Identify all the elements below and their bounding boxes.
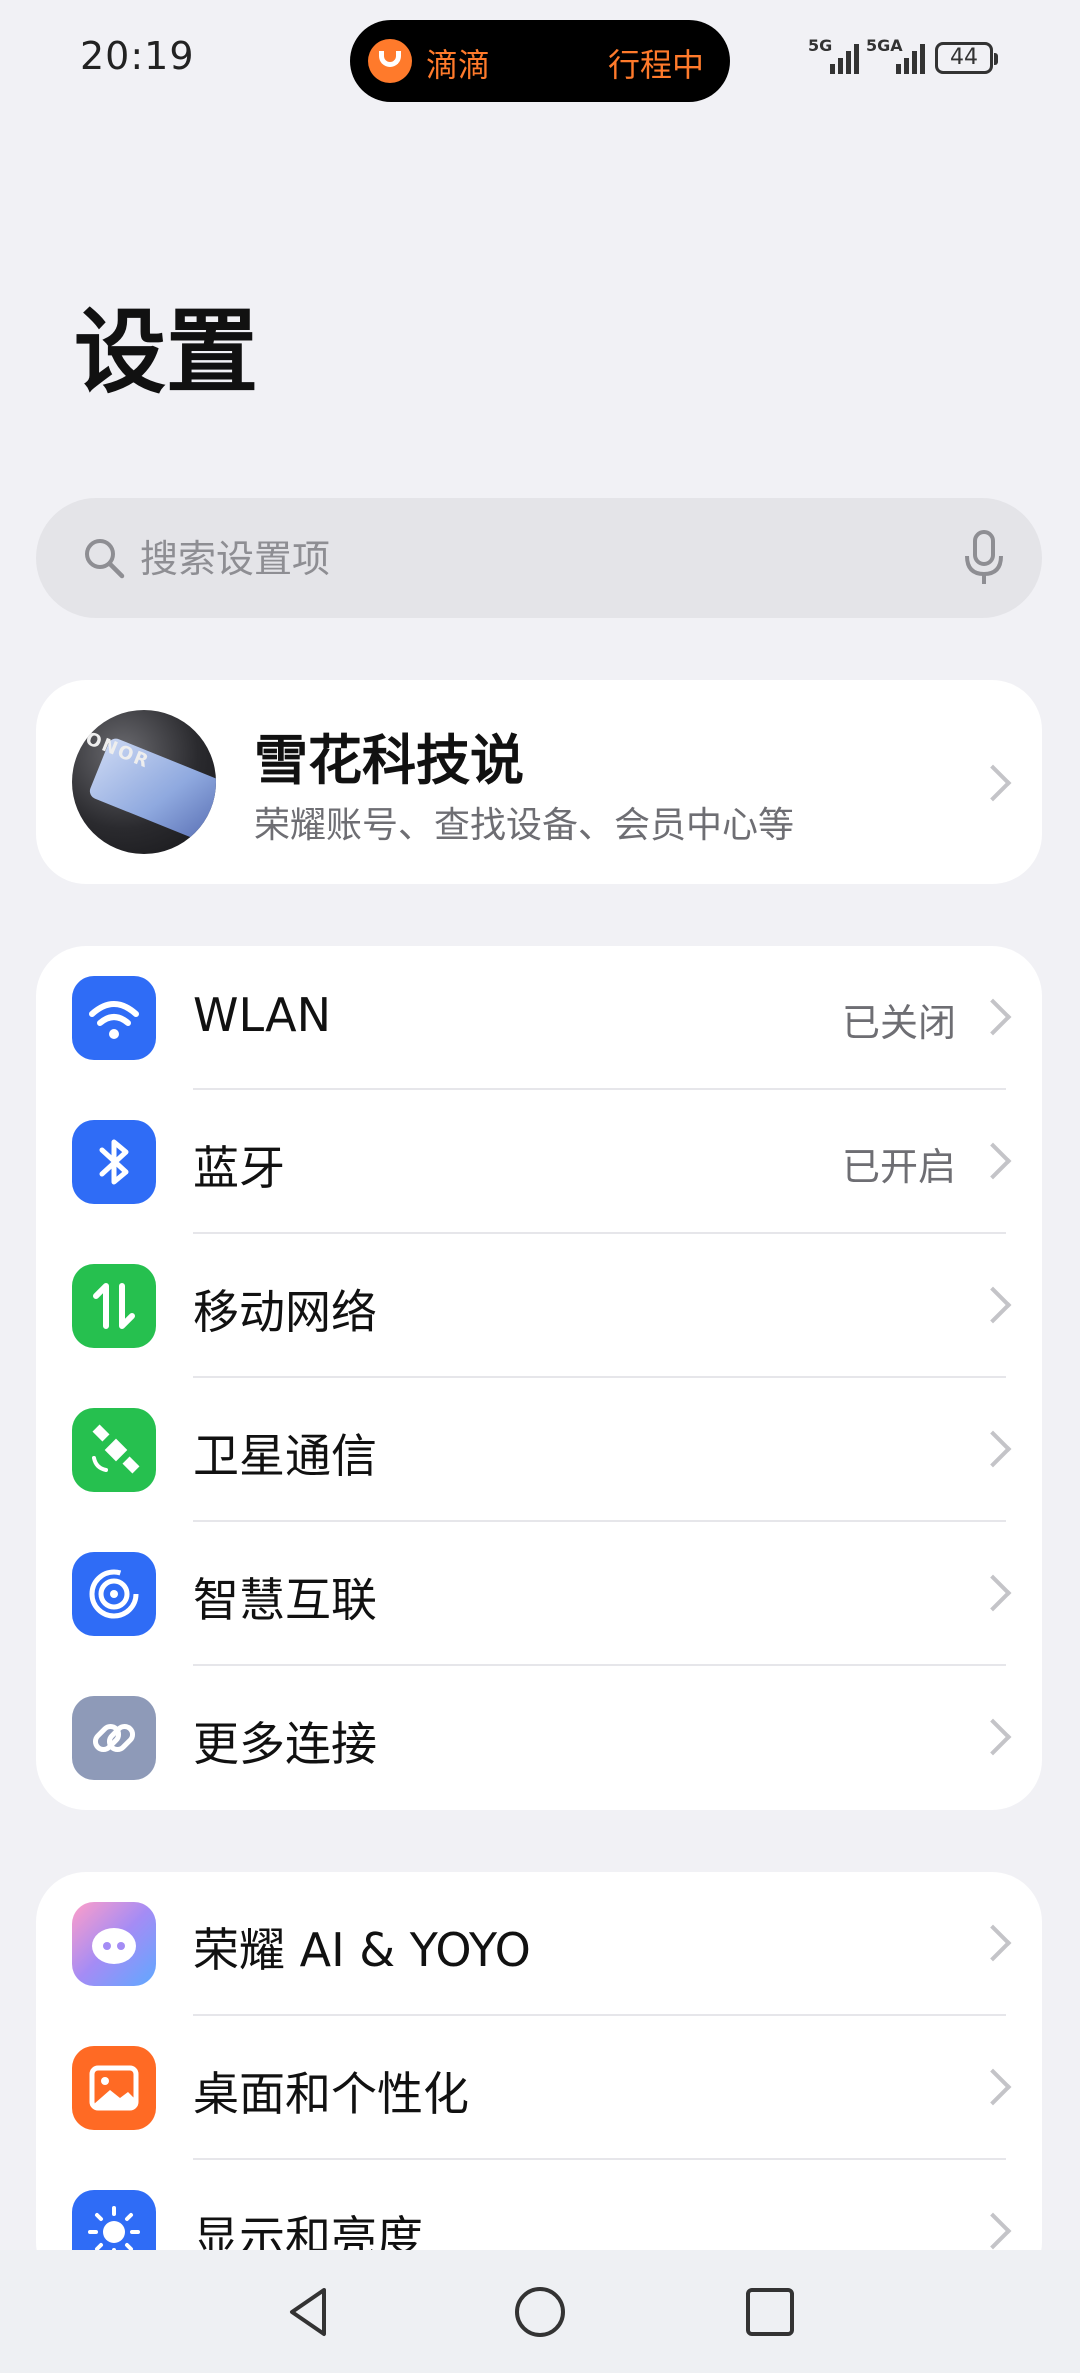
status-bar: 20:19 滴滴 行程中 5G 5GA 44	[0, 0, 1080, 120]
signal-5g-icon: 5G	[808, 36, 860, 74]
status-time: 20:19	[80, 34, 195, 78]
satellite-icon	[72, 1408, 156, 1492]
recents-icon[interactable]	[738, 2280, 802, 2344]
battery-icon: 44	[935, 42, 998, 74]
settings-item-home-screen[interactable]: 桌面和个性化	[36, 2016, 1042, 2160]
signal-5ga-icon: 5GA	[866, 36, 926, 74]
account-name: 雪花科技说	[254, 729, 524, 792]
settings-item-value: 已关闭	[841, 1001, 956, 1045]
didi-logo-icon	[368, 39, 412, 83]
settings-item-honor-ai-yoyo[interactable]: 荣耀 AI & YOYO	[36, 1872, 1042, 2016]
settings-item-more-connections[interactable]: 更多连接	[36, 1666, 1042, 1810]
settings-item-label: 移动网络	[193, 1285, 377, 1339]
search-input[interactable]	[138, 528, 942, 590]
chevron-right-icon	[974, 1286, 1012, 1324]
chevron-right-icon	[974, 1142, 1012, 1180]
settings-item-label: WLAN	[193, 988, 332, 1042]
settings-item-label: 智慧互联	[193, 1573, 377, 1627]
settings-item-bluetooth[interactable]: 蓝牙 已开启	[36, 1090, 1042, 1234]
microphone-icon[interactable]	[962, 528, 1006, 588]
settings-item-smart-connect[interactable]: 智慧互联	[36, 1522, 1042, 1666]
pill-app-name: 滴滴	[426, 46, 491, 84]
general-card: 荣耀 AI & YOYO 桌面和个性化 显示和亮度	[36, 1872, 1042, 2292]
account-subtitle: 荣耀账号、查找设备、会员中心等	[254, 805, 795, 846]
live-activity-pill[interactable]: 滴滴 行程中	[350, 20, 730, 102]
settings-item-value: 已开启	[841, 1145, 956, 1189]
chevron-right-icon	[974, 1574, 1012, 1612]
account-card[interactable]: ONOR 雪花科技说 荣耀账号、查找设备、会员中心等	[36, 680, 1042, 884]
settings-item-label: 蓝牙	[193, 1141, 285, 1195]
wifi-icon	[72, 976, 156, 1060]
search-icon	[85, 539, 125, 579]
chevron-right-icon	[974, 2212, 1012, 2250]
wallpaper-icon	[72, 2046, 156, 2130]
page-title: 设置	[74, 299, 259, 406]
search-bar[interactable]	[36, 498, 1042, 618]
settings-item-label: 卫星通信	[193, 1429, 377, 1483]
chevron-right-icon	[974, 1924, 1012, 1962]
link-icon	[72, 1696, 156, 1780]
avatar: ONOR	[72, 710, 216, 854]
settings-item-label: 更多连接	[193, 1717, 377, 1771]
chevron-right-icon	[974, 1718, 1012, 1756]
connectivity-card: WLAN 已关闭 蓝牙 已开启 移动网络 卫星通信 智慧互联 更多连接	[36, 946, 1042, 1810]
settings-item-wlan[interactable]: WLAN 已关闭	[36, 946, 1042, 1090]
home-icon[interactable]	[508, 2280, 572, 2344]
pill-trip-status: 行程中	[607, 46, 704, 84]
avatar-brand-text: ONOR	[82, 728, 154, 773]
chevron-right-icon	[974, 764, 1012, 802]
chevron-right-icon	[974, 2068, 1012, 2106]
settings-item-satellite[interactable]: 卫星通信	[36, 1378, 1042, 1522]
chevron-right-icon	[974, 1430, 1012, 1468]
settings-item-label: 桌面和个性化	[193, 2067, 469, 2121]
yoyo-icon	[72, 1902, 156, 1986]
chevron-right-icon	[974, 998, 1012, 1036]
bluetooth-icon	[72, 1120, 156, 1204]
settings-item-mobile-network[interactable]: 移动网络	[36, 1234, 1042, 1378]
navigation-bar	[0, 2250, 1080, 2373]
settings-item-label: 荣耀 AI & YOYO	[193, 1923, 531, 1977]
back-icon[interactable]	[278, 2280, 342, 2344]
smart-connect-icon	[72, 1552, 156, 1636]
mobile-data-icon	[72, 1264, 156, 1348]
